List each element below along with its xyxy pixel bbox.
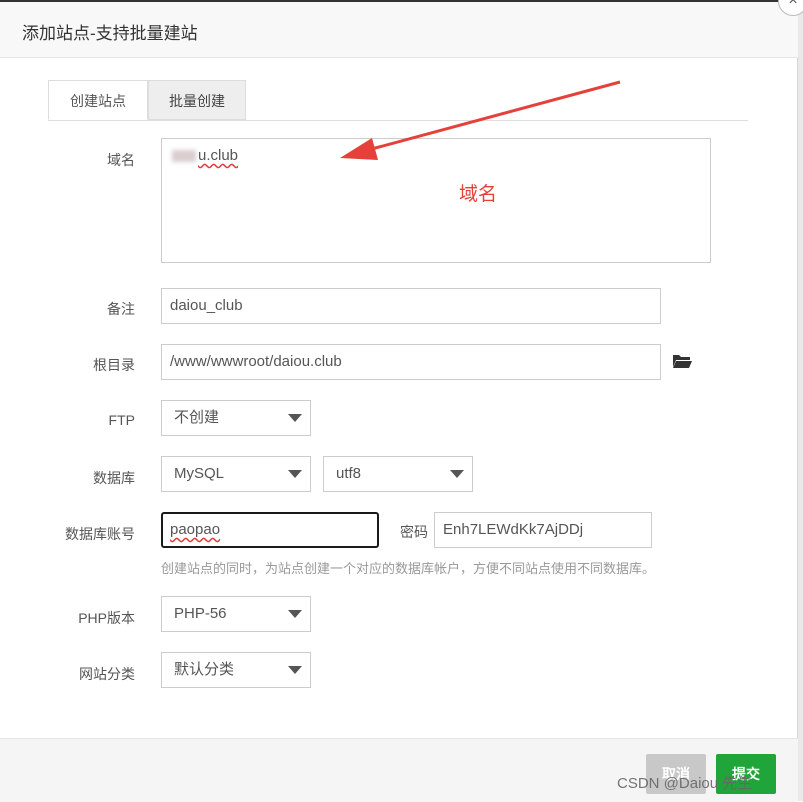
- background-strip: [798, 0, 803, 801]
- annotation-arrow: [340, 80, 621, 160]
- watermark: CSDN @Daiou 先生: [617, 775, 753, 792]
